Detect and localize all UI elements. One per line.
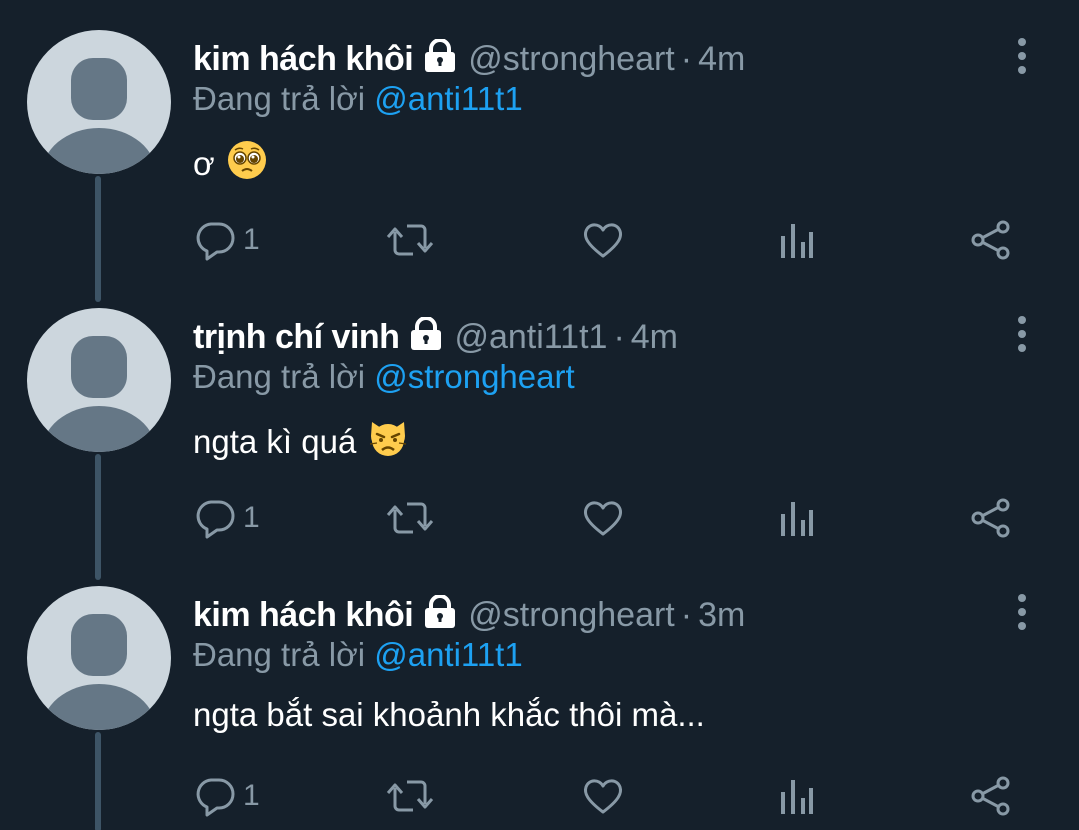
more-options-button[interactable] xyxy=(1004,592,1040,632)
lock-icon xyxy=(408,315,444,360)
like-button[interactable] xyxy=(581,496,625,540)
timestamp[interactable]: 4m xyxy=(698,40,745,79)
more-icon xyxy=(1018,316,1026,352)
tweet-text: ngta kì quá xyxy=(193,418,408,466)
reply-count: 1 xyxy=(243,501,260,534)
share-icon xyxy=(971,498,1010,538)
user-handle[interactable]: @strongheart xyxy=(468,40,675,79)
thread-line xyxy=(95,732,101,830)
tweet[interactable]: trịnh chí vinh @anti11t1 · 4m Đang trả l… xyxy=(0,278,1079,580)
tweet-text: ơ xyxy=(193,140,267,188)
analytics-button[interactable] xyxy=(777,496,817,540)
analytics-icon xyxy=(781,502,813,536)
user-handle[interactable]: @anti11t1 xyxy=(454,318,607,357)
conversation-thread: kim hách khôi @strongheart · 4m Đang trả… xyxy=(0,0,1079,830)
tweet[interactable]: kim hách khôi @strongheart · 4m Đang trả… xyxy=(0,0,1079,302)
retweet-icon xyxy=(386,224,434,256)
analytics-icon xyxy=(781,780,813,814)
display-name[interactable]: trịnh chí vinh xyxy=(193,318,400,357)
tweet-text: ngta bắt sai khoảnh khắc thôi mà... xyxy=(193,696,705,734)
tweet-header: kim hách khôi @strongheart · 3m xyxy=(193,590,745,640)
analytics-icon xyxy=(781,224,813,258)
user-handle[interactable]: @strongheart xyxy=(468,596,675,635)
reply-count: 1 xyxy=(243,223,260,256)
reply-button[interactable]: 1 xyxy=(193,218,260,262)
mention-link[interactable]: @anti11t1 xyxy=(374,80,522,117)
tweet[interactable]: kim hách khôi @strongheart · 3m Đang trả… xyxy=(0,556,1079,830)
lock-icon xyxy=(422,593,458,638)
like-button[interactable] xyxy=(581,218,625,262)
replying-to: Đang trả lời @anti11t1 xyxy=(193,636,523,674)
tweet-text-content: ngta kì quá xyxy=(193,423,357,460)
share-icon xyxy=(971,776,1010,816)
separator-dot: · xyxy=(613,317,625,356)
tweet-text-content: ngta bắt sai khoảnh khắc thôi mà... xyxy=(193,696,705,733)
tweet-header: trịnh chí vinh @anti11t1 · 4m xyxy=(193,312,678,362)
replying-to: Đang trả lời @anti11t1 xyxy=(193,80,523,118)
more-icon xyxy=(1018,594,1026,630)
reply-button[interactable]: 1 xyxy=(193,496,260,540)
share-button[interactable] xyxy=(969,496,1013,540)
share-icon xyxy=(971,220,1010,260)
retweet-button[interactable] xyxy=(385,218,435,262)
more-options-button[interactable] xyxy=(1004,314,1040,354)
like-icon xyxy=(584,779,622,814)
mention-link[interactable]: @strongheart xyxy=(374,358,574,395)
analytics-button[interactable] xyxy=(777,774,817,818)
pleading-face-emoji xyxy=(227,140,267,188)
replying-to-label: Đang trả lời xyxy=(193,80,366,117)
like-icon xyxy=(584,223,622,258)
reply-icon xyxy=(196,778,235,817)
display-name[interactable]: kim hách khôi xyxy=(193,596,414,635)
retweet-button[interactable] xyxy=(385,496,435,540)
avatar[interactable] xyxy=(27,30,171,174)
retweet-icon xyxy=(386,502,434,534)
tweet-header: kim hách khôi @strongheart · 4m xyxy=(193,34,745,84)
share-button[interactable] xyxy=(969,218,1013,262)
reply-button[interactable]: 1 xyxy=(193,774,260,818)
reply-icon xyxy=(196,500,235,539)
pouting-cat-emoji xyxy=(368,418,408,466)
like-button[interactable] xyxy=(581,774,625,818)
reply-icon xyxy=(196,222,235,261)
more-options-button[interactable] xyxy=(1004,36,1040,76)
lock-icon xyxy=(422,37,458,82)
timestamp[interactable]: 4m xyxy=(631,318,678,357)
share-button[interactable] xyxy=(969,774,1013,818)
reply-count: 1 xyxy=(243,779,260,812)
tweet-actions: 1 xyxy=(193,774,1023,818)
retweet-icon xyxy=(386,780,434,812)
separator-dot: · xyxy=(680,595,693,634)
separator-dot: · xyxy=(680,39,693,78)
tweet-actions: 1 xyxy=(193,496,1023,540)
replying-to-label: Đang trả lời xyxy=(193,636,366,673)
tweet-actions: 1 xyxy=(193,218,1023,262)
avatar[interactable] xyxy=(27,586,171,730)
timestamp[interactable]: 3m xyxy=(698,596,745,635)
replying-to-label: Đang trả lời xyxy=(193,358,366,395)
replying-to: Đang trả lời @strongheart xyxy=(193,358,575,396)
avatar[interactable] xyxy=(27,308,171,452)
retweet-button[interactable] xyxy=(385,774,435,818)
more-icon xyxy=(1018,38,1026,74)
analytics-button[interactable] xyxy=(777,218,817,262)
mention-link[interactable]: @anti11t1 xyxy=(374,636,522,673)
like-icon xyxy=(584,501,622,536)
display-name[interactable]: kim hách khôi xyxy=(193,40,414,79)
tweet-text-content: ơ xyxy=(193,145,215,182)
